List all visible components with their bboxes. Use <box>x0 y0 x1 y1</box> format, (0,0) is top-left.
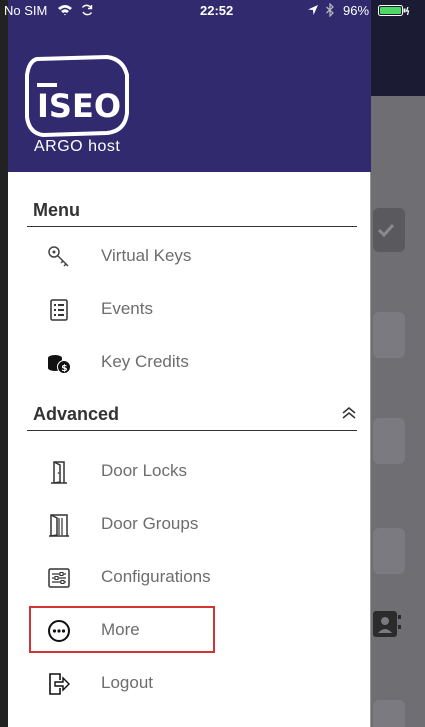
item-label: Configurations <box>101 567 211 586</box>
background-card <box>373 528 405 574</box>
item-label: Key Credits <box>101 352 189 371</box>
door-icon <box>51 461 67 484</box>
svg-text:$: $ <box>61 364 67 374</box>
item-label: Logout <box>101 673 153 692</box>
highlight-box <box>29 606 215 653</box>
bluetooth-icon <box>326 3 334 17</box>
background-app-overlay[interactable] <box>371 0 425 727</box>
double-door-icon <box>49 514 69 537</box>
carrier-label: No SIM <box>4 3 48 18</box>
sliders-icon <box>48 568 70 588</box>
background-card <box>373 700 405 727</box>
clock: 22:52 <box>200 3 234 18</box>
status-bar: No SIM 22:52 96% <box>0 0 425 20</box>
battery-icon <box>378 5 410 16</box>
menu-item-door-groups[interactable]: Door Groups <box>46 506 346 544</box>
background-card <box>373 312 405 358</box>
location-arrow-icon <box>308 5 318 15</box>
background-check-button <box>373 208 405 252</box>
menu-item-door-locks[interactable]: Door Locks <box>46 453 346 491</box>
battery-percent: 96% <box>343 3 370 18</box>
menu-item-events[interactable]: Events <box>46 291 346 329</box>
section-label: Advanced <box>33 404 120 424</box>
key-icon <box>48 246 69 267</box>
drawer-header: ISEO ARGO host <box>8 0 371 172</box>
menu-item-virtual-keys[interactable]: Virtual Keys <box>46 238 346 276</box>
item-label: Virtual Keys <box>101 246 192 265</box>
item-label: Door Locks <box>101 461 187 480</box>
coins-icon: $ <box>48 355 71 374</box>
advanced-section-header[interactable]: Advanced <box>27 400 357 431</box>
menu-item-configurations[interactable]: Configurations <box>46 559 346 597</box>
sync-icon <box>81 4 93 16</box>
logo-text: ISEO <box>37 87 121 125</box>
chevron-up-double-icon[interactable] <box>341 406 357 420</box>
section-label: Menu <box>33 200 80 220</box>
background-card <box>373 418 405 464</box>
menu-section-header: Menu <box>27 196 357 227</box>
menu-item-key-credits[interactable]: $ Key Credits <box>46 344 346 382</box>
iseo-logo: ISEO <box>25 55 129 137</box>
logout-icon <box>49 673 70 695</box>
document-list-icon <box>50 299 68 321</box>
contact-card-icon <box>373 611 401 637</box>
menu-item-logout[interactable]: Logout <box>46 665 346 703</box>
wifi-icon <box>58 5 72 16</box>
item-label: Door Groups <box>101 514 199 533</box>
item-label: Events <box>101 299 153 318</box>
app-name: ARGO host <box>34 138 121 155</box>
